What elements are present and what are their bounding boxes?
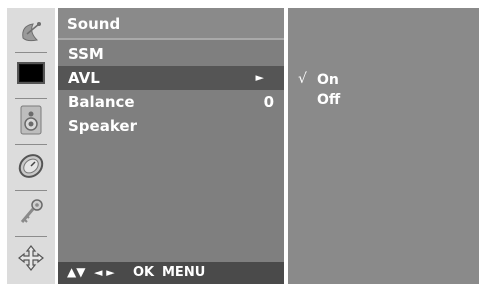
category-time[interactable] bbox=[7, 146, 55, 190]
navigation-hint-bar: ▲▼ ◄ ► OK MENU bbox=[58, 262, 284, 284]
ok-hint: OK bbox=[133, 265, 155, 280]
category-lock[interactable] bbox=[7, 192, 55, 236]
separator bbox=[15, 236, 47, 237]
menu-item-label: Balance bbox=[68, 93, 135, 111]
menu-item-avl[interactable]: AVL ► bbox=[58, 66, 284, 90]
up-down-arrows-icon: ▲▼ bbox=[67, 265, 86, 279]
separator bbox=[15, 190, 47, 191]
menu-hint: MENU bbox=[162, 265, 206, 280]
submenu-option-off[interactable]: Off bbox=[288, 89, 479, 111]
submenu-arrow-icon: ► bbox=[255, 71, 264, 84]
setup-arrows-icon bbox=[17, 244, 45, 276]
avl-submenu-panel: √ On Off bbox=[288, 8, 479, 284]
menu-item-balance[interactable]: Balance 0 bbox=[58, 90, 284, 114]
submenu-option-on[interactable]: √ On bbox=[288, 69, 479, 91]
sound-menu-panel: Sound SSM AVL ► Balance 0 Speaker ▲▼ ◄ ►… bbox=[58, 8, 284, 284]
menu-title: Sound bbox=[67, 15, 121, 33]
separator bbox=[15, 144, 47, 145]
submenu-option-label: Off bbox=[317, 92, 341, 108]
tv-osd-screen: Sound SSM AVL ► Balance 0 Speaker ▲▼ ◄ ►… bbox=[0, 0, 479, 284]
key-icon bbox=[17, 197, 45, 231]
picture-screen-icon bbox=[17, 62, 45, 90]
menu-item-label: SSM bbox=[68, 45, 104, 63]
category-channel[interactable] bbox=[7, 12, 55, 56]
menu-item-speaker[interactable]: Speaker bbox=[58, 114, 284, 138]
menu-title-bar: Sound bbox=[58, 8, 284, 40]
menu-category-column bbox=[7, 8, 55, 284]
separator bbox=[15, 52, 47, 53]
submenu-option-label: On bbox=[317, 72, 339, 88]
balance-value: 0 bbox=[263, 93, 274, 111]
clock-icon bbox=[16, 151, 46, 185]
separator bbox=[15, 98, 47, 99]
checkmark-icon: √ bbox=[298, 71, 307, 87]
menu-item-ssm[interactable]: SSM bbox=[58, 42, 284, 66]
satellite-dish-icon bbox=[17, 18, 45, 50]
category-sound[interactable] bbox=[7, 100, 55, 144]
category-picture[interactable] bbox=[7, 54, 55, 98]
left-right-arrows-icon: ◄ ► bbox=[94, 266, 115, 279]
menu-item-label: AVL bbox=[68, 69, 100, 87]
category-setup[interactable] bbox=[7, 238, 55, 282]
speaker-icon bbox=[19, 105, 43, 139]
menu-item-label: Speaker bbox=[68, 117, 137, 135]
